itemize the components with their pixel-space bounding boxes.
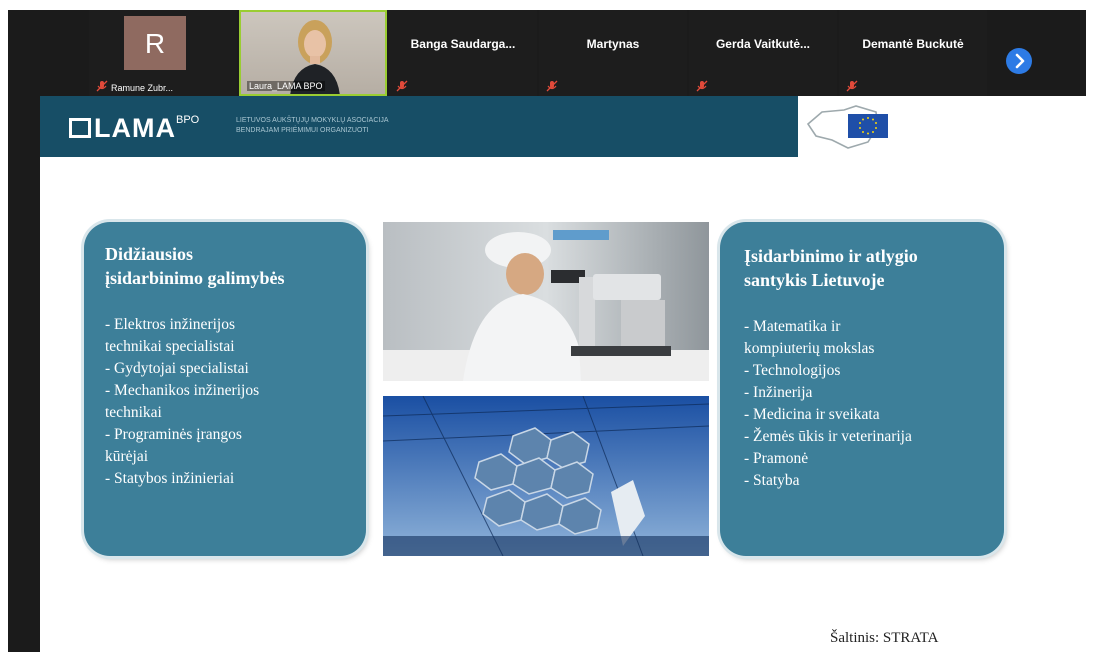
logo-mark-icon [69, 118, 91, 138]
list-item: - Gydytojai specialistai [105, 360, 249, 377]
association-name: LIETUVOS AUKŠTŲJŲ MOKYKLŲ ASOCIACIJA BEND… [236, 117, 389, 134]
participant-name: Gerda Vaitkutė... [715, 37, 811, 51]
right-box-title: Įsidarbinimo ir atlygio santykis Lietuvoj… [744, 246, 918, 290]
list-item: - Statyba [744, 472, 800, 489]
participant-tile-gerda[interactable]: Gerda Vaitkutė... [689, 10, 837, 96]
muted-mic-icon [846, 80, 858, 92]
participant-tile-ramune[interactable]: R Ramune Zubr... [89, 10, 237, 96]
list-item: technikai specialistai [105, 338, 235, 355]
list-item: - Mechanikos inžinerijos [105, 382, 260, 399]
participant-name: Laura_LAMA BPO [247, 81, 325, 91]
list-item: kūrėjai [105, 448, 149, 465]
next-participants-button[interactable] [1006, 48, 1032, 74]
meeting-window: R Ramune Zubr... Laura_LAMA BPO Banga Sa… [8, 10, 1086, 652]
screen: R Ramune Zubr... Laura_LAMA BPO Banga Sa… [0, 0, 1094, 652]
participant-tile-martynas[interactable]: Martynas [539, 10, 687, 96]
participant-tile-laura[interactable]: Laura_LAMA BPO [239, 10, 387, 96]
list-item: kompiuterių mokslas [744, 340, 875, 357]
participant-name: Banga Saudarga... [410, 37, 516, 51]
list-item: - Inžinerija [744, 384, 813, 401]
left-box-title: Didžiausios įsidarbinimo galimybės [105, 244, 285, 288]
list-item: - Žemės ūkis ir veterinarija [744, 428, 912, 445]
right-box-list: - Matematika ir kompiuterių mokslas - Te… [744, 316, 1004, 492]
participant-tile-demante[interactable]: Demantė Buckutė [839, 10, 987, 96]
list-item: - Elektros inžinerijos [105, 316, 235, 333]
muted-mic-icon [696, 80, 708, 92]
participant-name: Martynas [586, 37, 640, 51]
list-item: - Programinės įrangos [105, 426, 242, 443]
lama-logo: LAMABPO [69, 113, 199, 144]
slide-header: LAMABPO LIETUVOS AUKŠTŲJŲ MOKYKLŲ ASOCIA… [40, 96, 798, 157]
telescope-mirror-photo [383, 396, 709, 556]
muted-mic-icon [546, 80, 558, 92]
list-item: - Technologijos [744, 362, 841, 379]
list-item: - Matematika ir [744, 318, 841, 335]
muted-mic-icon [96, 80, 108, 92]
participant-name: Ramune Zubr... [111, 83, 174, 93]
participant-name: Demantė Buckutė [862, 37, 964, 51]
chevron-right-icon [1015, 53, 1025, 69]
lab-microscope-photo [383, 222, 709, 381]
participant-tile-banga[interactable]: Banga Saudarga... [389, 10, 537, 96]
left-box-list: - Elektros inžinerijos technikai special… [105, 314, 366, 490]
avatar: R [124, 16, 186, 70]
list-item: technikai [105, 404, 162, 421]
list-item: - Medicina ir sveikata [744, 406, 880, 423]
lithuania-eu-logo [806, 105, 888, 149]
right-info-box: Įsidarbinimo ir atlygio santykis Lietuvoj… [720, 222, 1004, 556]
muted-mic-icon [396, 80, 408, 92]
list-item: - Pramonė [744, 450, 809, 467]
shared-slide: LAMABPO LIETUVOS AUKŠTŲJŲ MOKYKLŲ ASOCIA… [40, 96, 1086, 652]
left-info-box: Didžiausios įsidarbinimo galimybės - Elek… [84, 222, 366, 556]
list-item: - Statybos inžinieriai [105, 470, 235, 487]
source-caption: Šaltinis: STRATA [830, 630, 939, 646]
